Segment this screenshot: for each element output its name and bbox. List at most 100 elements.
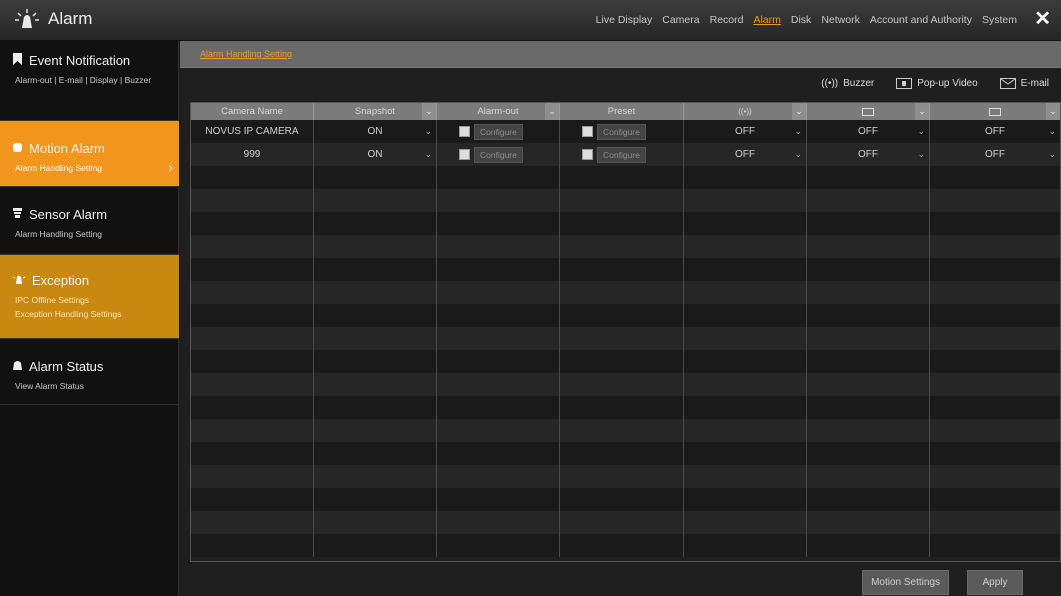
empty-row [191, 419, 1060, 442]
alarm-out-checkbox[interactable] [459, 149, 470, 160]
popup-select[interactable]: OFF ⌄ [807, 120, 930, 143]
app-title: Alarm [14, 8, 92, 30]
nav-disk[interactable]: Disk [791, 14, 811, 26]
nav-camera[interactable]: Camera [662, 14, 699, 26]
snapshot-value: ON [367, 126, 383, 137]
apply-button[interactable]: Apply [967, 570, 1023, 595]
empty-row [191, 350, 1060, 373]
empty-row [191, 511, 1060, 534]
legend-email-label: E-mail [1020, 78, 1049, 89]
top-bar: Alarm Live Display Camera Record Alarm D… [0, 0, 1061, 41]
alarm-out-configure-button[interactable]: Configure [474, 123, 523, 140]
sidebar-item-event-notification[interactable]: Event Notification Alarm-out | E-mail | … [0, 41, 179, 121]
empty-row [191, 373, 1060, 396]
sidebar-sub-alarm-handling[interactable]: Alarm Handling Setting [12, 161, 179, 175]
nav-network[interactable]: Network [821, 14, 860, 26]
popup-video-icon [896, 78, 913, 89]
alarm-out-checkbox[interactable] [459, 126, 470, 137]
motion-settings-button[interactable]: Motion Settings [862, 570, 949, 595]
close-icon[interactable]: ✕ [1034, 9, 1051, 29]
buzzer-select[interactable]: OFF ⌄ [684, 120, 807, 143]
empty-row [191, 442, 1060, 465]
chevron-down-icon[interactable]: ⌄ [545, 103, 559, 120]
chevron-down-icon[interactable]: ⌄ [915, 103, 929, 120]
col-snapshot[interactable]: Snapshot ⌄ [314, 103, 437, 120]
sidebar-item-sensor-alarm[interactable]: Sensor Alarm Alarm Handling Setting [0, 187, 179, 255]
chevron-down-icon[interactable]: ⌄ [792, 103, 806, 120]
app-title-text: Alarm [48, 9, 93, 28]
chevron-down-icon[interactable]: ⌄ [1046, 103, 1060, 120]
popup-video-icon [862, 107, 874, 116]
table-row: NOVUS IP CAMERA ON ⌄ Configure Configure … [191, 120, 1060, 143]
popup-select[interactable]: OFF ⌄ [807, 143, 930, 166]
header-label: Camera Name [221, 106, 283, 117]
legend-email: E-mail [999, 78, 1049, 89]
sidebar-sub-view-alarm-status[interactable]: View Alarm Status [12, 379, 179, 393]
empty-row [191, 166, 1060, 189]
snapshot-value: ON [367, 149, 383, 160]
alarm-status-icon [12, 359, 23, 374]
preset-cell: Configure [560, 143, 684, 166]
alarm-out-configure-button[interactable]: Configure [474, 146, 523, 163]
sidebar-sub-alarm-handling[interactable]: Alarm Handling Setting [12, 227, 179, 241]
buzzer-value: OFF [735, 126, 755, 137]
col-alarm-out[interactable]: Alarm-out ⌄ [437, 103, 560, 120]
buzzer-icon: ((•)) [738, 107, 752, 116]
popup-value: OFF [858, 126, 878, 137]
email-value: OFF [985, 149, 1005, 160]
col-popup-video[interactable]: ⌄ [807, 103, 930, 120]
preset-configure-button[interactable]: Configure [597, 123, 646, 140]
nav-record[interactable]: Record [710, 14, 744, 26]
sidebar-item-label: Event Notification [29, 53, 131, 68]
sensor-icon [12, 207, 23, 222]
cell-camera-name: 999 [191, 143, 314, 166]
sidebar-sub-exception-handling[interactable]: Exception Handling Settings [15, 307, 179, 321]
col-email[interactable]: ⌄ [930, 103, 1060, 120]
empty-row [191, 304, 1060, 327]
col-buzzer[interactable]: ((•)) ⌄ [684, 103, 807, 120]
preset-checkbox[interactable] [582, 126, 593, 137]
sidebar-item-exception[interactable]: Exception IPC Offline Settings Exception… [0, 255, 179, 339]
table-header: Camera Name Snapshot ⌄ Alarm-out ⌄ Preset … [191, 103, 1060, 120]
sidebar-item-label: Exception [32, 273, 90, 288]
chevron-down-icon: ⌄ [917, 126, 925, 136]
preset-checkbox[interactable] [582, 149, 593, 160]
chevron-down-icon[interactable]: ⌄ [422, 103, 436, 120]
nav-live-display[interactable]: Live Display [596, 14, 653, 26]
buzzer-icon: ((•)) [821, 78, 839, 89]
bookmark-icon [12, 53, 23, 68]
popup-value: OFF [858, 149, 878, 160]
legend-buzzer: ((•)) Buzzer [821, 78, 874, 89]
sidebar-item-label: Alarm Status [29, 359, 104, 374]
alarm-icon [14, 8, 40, 30]
buzzer-select[interactable]: OFF ⌄ [684, 143, 807, 166]
chevron-down-icon: ⌄ [1048, 126, 1056, 136]
email-icon [999, 78, 1016, 89]
nav-system[interactable]: System [982, 14, 1017, 26]
snapshot-select[interactable]: ON ⌄ [314, 143, 437, 166]
chevron-down-icon: ⌄ [424, 126, 432, 136]
legend-buzzer-label: Buzzer [843, 78, 875, 89]
exception-sub-list: IPC Offline Settings Exception Handling … [12, 293, 179, 321]
sidebar-sub-ipc-offline[interactable]: IPC Offline Settings [15, 293, 179, 307]
sidebar-item-alarm-status[interactable]: Alarm Status View Alarm Status [0, 339, 179, 405]
chevron-down-icon: ⌄ [1048, 149, 1056, 159]
nav-alarm[interactable]: Alarm [753, 14, 780, 26]
main-panel: Alarm Handling Setting ((•)) Buzzer Pop-… [180, 41, 1061, 596]
event-notification-links[interactable]: Alarm-out | E-mail | Display | Buzzer [12, 73, 162, 87]
chevron-right-icon: › [168, 159, 173, 175]
motion-alarm-icon [12, 141, 23, 156]
nav-account-authority[interactable]: Account and Authority [870, 14, 972, 26]
subtab-bar: Alarm Handling Setting [180, 41, 1061, 68]
preset-cell: Configure [560, 120, 684, 143]
snapshot-select[interactable]: ON ⌄ [314, 120, 437, 143]
preset-configure-button[interactable]: Configure [597, 146, 646, 163]
sidebar-item-motion-alarm[interactable]: Motion Alarm Alarm Handling Setting › [0, 121, 179, 187]
email-select[interactable]: OFF ⌄ [930, 120, 1060, 143]
empty-row [191, 465, 1060, 488]
email-select[interactable]: OFF ⌄ [930, 143, 1060, 166]
tab-alarm-handling-setting[interactable]: Alarm Handling Setting [200, 49, 292, 59]
empty-row [191, 212, 1060, 235]
empty-row [191, 534, 1060, 557]
legend: ((•)) Buzzer Pop-up Video E-mail [821, 78, 1049, 89]
